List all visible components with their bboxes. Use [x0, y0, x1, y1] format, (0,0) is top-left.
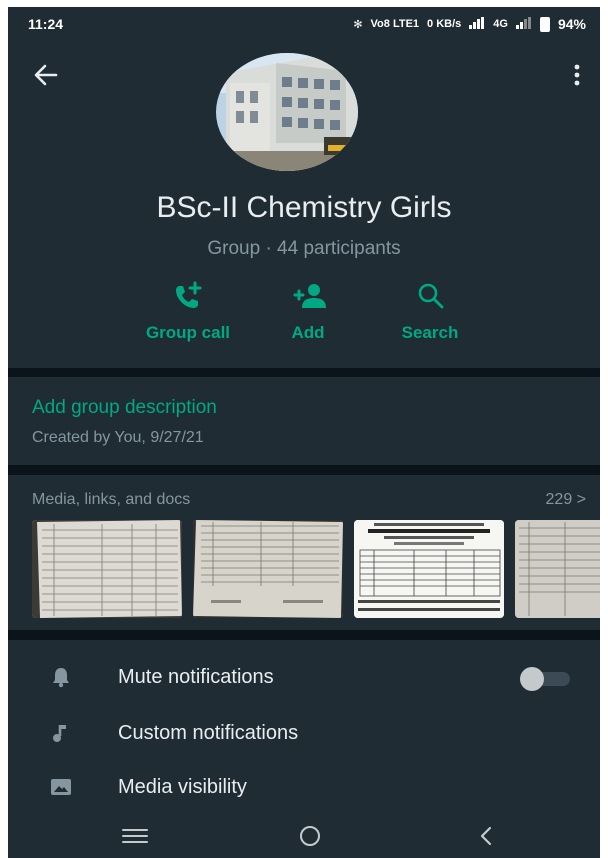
group-call-icon	[176, 281, 202, 308]
home-icon[interactable]	[295, 824, 325, 848]
media-visibility-row[interactable]: Media visibility	[8, 760, 600, 816]
search-label: Search	[401, 323, 459, 342]
image-icon	[51, 779, 71, 795]
music-note-icon	[53, 725, 66, 742]
add-label: Add	[291, 323, 325, 342]
group-call-label: Group call	[145, 323, 231, 342]
group-call-button[interactable]: Group call	[123, 281, 253, 343]
system-navigation-bar	[8, 814, 600, 858]
battery-icon	[539, 16, 550, 32]
back-icon[interactable]	[471, 824, 501, 848]
recent-apps-icon[interactable]	[120, 824, 150, 848]
settings-section: Mute notifications Custom notifications …	[8, 640, 600, 814]
bluetooth-icon: ✻	[353, 18, 363, 31]
created-info: Created by You, 9/27/21	[32, 429, 204, 446]
phone-screen: 11:24 ✻ Vo8 LTE1 0 KB/s 4G 94% BSc-II Ch…	[8, 7, 600, 858]
status-indicators: ✻ Vo8 LTE1 0 KB/s 4G 94%	[353, 16, 586, 32]
group-avatar[interactable]	[216, 53, 358, 171]
media-title[interactable]: Media, links, and docs	[32, 491, 190, 509]
add-participant-button[interactable]: Add	[243, 281, 373, 343]
custom-notifications-label: Custom notifications	[118, 722, 299, 744]
add-description-link[interactable]: Add group description	[32, 397, 217, 419]
search-button[interactable]: Search	[365, 281, 495, 343]
network-type: 4G	[493, 18, 508, 30]
mute-notifications-row[interactable]: Mute notifications	[8, 650, 600, 706]
media-thumbnail[interactable]	[193, 520, 343, 618]
bell-icon	[53, 668, 69, 688]
media-thumbnail[interactable]	[515, 520, 600, 618]
network-speed: 0 KB/s	[427, 18, 462, 30]
media-thumbnail[interactable]	[32, 520, 182, 618]
media-count[interactable]: 229 >	[546, 491, 586, 509]
battery-level: 94%	[557, 16, 586, 32]
media-thumbnail[interactable]	[354, 520, 504, 618]
mute-notifications-label: Mute notifications	[118, 666, 274, 688]
media-section: Media, links, and docs 229 >	[8, 475, 600, 630]
mute-toggle[interactable]	[520, 667, 570, 691]
signal-icon-2	[515, 16, 532, 32]
volte-indicator: Vo8 LTE1	[370, 18, 420, 30]
description-section: Add group description Created by You, 9/…	[8, 377, 600, 465]
more-vertical-icon[interactable]	[570, 61, 584, 89]
arrow-left-icon[interactable]	[32, 61, 60, 89]
group-name: BSc-II Chemistry Girls	[156, 191, 452, 224]
group-subtitle: Group · 44 participants	[207, 238, 401, 259]
toggle-knob	[520, 667, 544, 691]
status-time: 11:24	[28, 16, 64, 32]
custom-notifications-row[interactable]: Custom notifications	[8, 706, 600, 762]
status-bar: 11:24 ✻ Vo8 LTE1 0 KB/s 4G 94%	[8, 7, 600, 41]
media-visibility-label: Media visibility	[118, 776, 247, 798]
search-icon	[418, 283, 444, 309]
group-header: BSc-II Chemistry Girls Group · 44 partic…	[8, 41, 600, 368]
signal-icon	[469, 16, 485, 32]
add-person-icon	[293, 284, 326, 308]
